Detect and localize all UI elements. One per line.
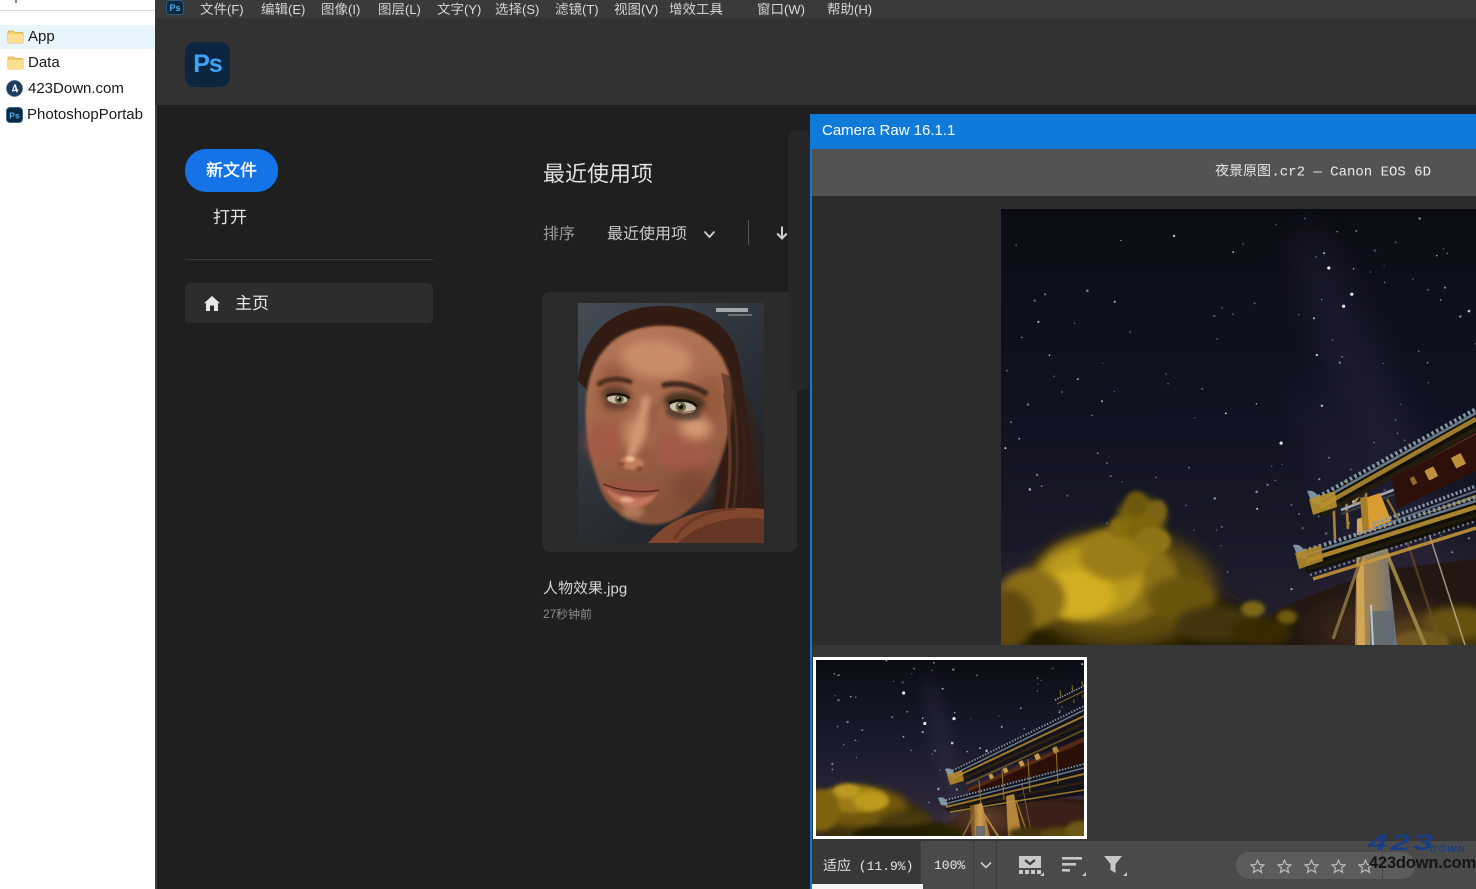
svg-text:Ps: Ps [9,111,20,121]
svg-text:Ps: Ps [169,3,180,13]
